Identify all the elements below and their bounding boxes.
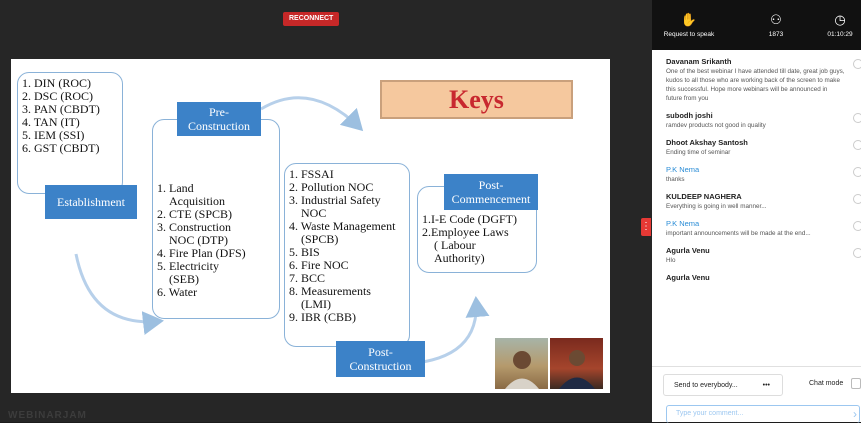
message-text: Ending time of seminar: [666, 149, 731, 156]
select-radio[interactable]: [853, 248, 861, 258]
post-construction-label: Post- Construction: [336, 341, 425, 377]
chat-mode-label: Chat mode: [809, 380, 844, 387]
chat-message: P.K Nema important announcements will be…: [652, 219, 861, 238]
sender-name: Dhoot Akshay Santosh: [666, 138, 748, 147]
session-timer-value: 01:10:29: [827, 31, 853, 38]
pre-construction-line2: Construction: [188, 119, 250, 133]
presenter-video[interactable]: [493, 336, 605, 391]
sender-name: P.K Nema: [666, 165, 700, 174]
session-timer: ◷ 01:10:29: [820, 0, 860, 50]
sender-name: Davanam Srikanth: [666, 57, 732, 66]
construction-box: 1. FSSAI 2. Pollution NOC 3. Industrial …: [284, 163, 410, 347]
more-icon: •••: [762, 381, 770, 389]
message-text: One of the best webinar I have attended …: [666, 68, 845, 102]
send-options-row: Send to everybody... ••• Chat mode: [652, 366, 861, 401]
chat-panel: ✋ Request to speak ⚇ 1873 ◷ 01:10:29 Dav…: [652, 0, 861, 423]
select-radio[interactable]: [853, 221, 861, 231]
post-construction-line2: Construction: [349, 359, 412, 373]
select-radio[interactable]: [853, 59, 861, 69]
chat-mode-toggle[interactable]: [851, 378, 861, 389]
request-to-speak-label: Request to speak: [663, 31, 715, 38]
reconnect-button[interactable]: RECONNECT: [283, 12, 340, 26]
message-text: important announcements will be made at …: [666, 230, 811, 237]
chat-message: P.K Nema thanks: [652, 165, 861, 184]
select-radio[interactable]: [853, 167, 861, 177]
sender-name: KULDEEP NAGHERA: [666, 192, 742, 201]
construction-list: 1. FSSAI 2. Pollution NOC 3. Industrial …: [285, 164, 409, 324]
attendee-count[interactable]: ⚇ 1873: [756, 0, 796, 50]
message-text: Everything is going in well manner...: [666, 203, 767, 210]
presenter-avatar-icon: [559, 350, 595, 389]
webinar-stage: RECONNECT Keys 1. DIN (ROC) 2. DSC (ROC)…: [0, 0, 652, 422]
chat-message: Dhoot Akshay Santosh Ending time of semi…: [652, 138, 861, 157]
send-to-dropdown[interactable]: Send to everybody... •••: [663, 374, 783, 396]
presenter-video-tile: [495, 338, 548, 389]
pre-construction-box: 1. Land Acquisition 2. CTE (SPCB) 3. Con…: [152, 119, 280, 319]
comment-input-box[interactable]: ›: [666, 405, 860, 423]
keys-title: Keys: [380, 80, 573, 119]
chat-messages[interactable]: Davanam Srikanth One of the best webinar…: [652, 57, 861, 359]
pre-construction-line1: Pre-: [209, 105, 229, 119]
sender-name: subodh joshi: [666, 111, 713, 120]
establishment-label: Establishment: [45, 185, 137, 219]
select-radio[interactable]: [853, 113, 861, 123]
presenter-video-tile: [550, 338, 603, 389]
chat-message: Davanam Srikanth One of the best webinar…: [652, 57, 861, 103]
pre-construction-label: Pre- Construction: [177, 102, 261, 136]
chat-message: Agurla Venu Hlo: [652, 246, 861, 265]
sender-name: P.K Nema: [666, 219, 700, 228]
panel-toggle-handle[interactable]: ⋮: [641, 218, 651, 236]
send-to-label: Send to everybody...: [674, 381, 738, 389]
post-commencement-line1: Post-: [478, 178, 504, 192]
list-item: Authority): [434, 251, 485, 265]
post-commencement-label: Post- Commencement: [444, 174, 538, 210]
chat-message: Agurla Venu: [652, 273, 861, 283]
sender-name: Agurla Venu: [666, 273, 710, 282]
message-text: ramdev products not good in quality: [666, 122, 766, 129]
clock-icon: ◷: [834, 12, 846, 27]
post-construction-line1: Post-: [368, 345, 393, 359]
request-to-speak-button[interactable]: ✋ Request to speak: [660, 0, 718, 50]
chat-message: subodh joshi ramdev products not good in…: [652, 111, 861, 130]
select-radio[interactable]: [853, 140, 861, 150]
presenter-avatar-icon: [505, 351, 539, 389]
pre-construction-list: 1. Land Acquisition 2. CTE (SPCB) 3. Con…: [153, 120, 279, 299]
comment-input[interactable]: [674, 409, 838, 418]
select-radio[interactable]: [853, 194, 861, 204]
top-bar: ✋ Request to speak ⚇ 1873 ◷ 01:10:29: [652, 0, 861, 50]
sender-name: Agurla Venu: [666, 246, 710, 255]
list-item: 6. GST (CBDT): [22, 141, 100, 155]
post-commencement-line2: Commencement: [451, 192, 531, 206]
message-text: thanks: [666, 176, 685, 183]
establishment-box: 1. DIN (ROC) 2. DSC (ROC) 3. PAN (CBDT) …: [17, 72, 123, 194]
attendee-count-value: 1873: [768, 31, 784, 38]
chat-message: KULDEEP NAGHERA Everything is going in w…: [652, 192, 861, 211]
hand-icon: ✋: [680, 12, 698, 27]
message-text: Hlo: [666, 257, 676, 264]
list-item: 6. Water: [157, 285, 198, 299]
people-icon: ⚇: [770, 12, 782, 27]
watermark: WEBINARJAM: [8, 410, 87, 421]
establishment-list: 1. DIN (ROC) 2. DSC (ROC) 3. PAN (CBDT) …: [18, 73, 122, 155]
send-arrow-icon[interactable]: ›: [853, 407, 857, 421]
list-item: 9. IBR (CBB): [289, 310, 357, 324]
